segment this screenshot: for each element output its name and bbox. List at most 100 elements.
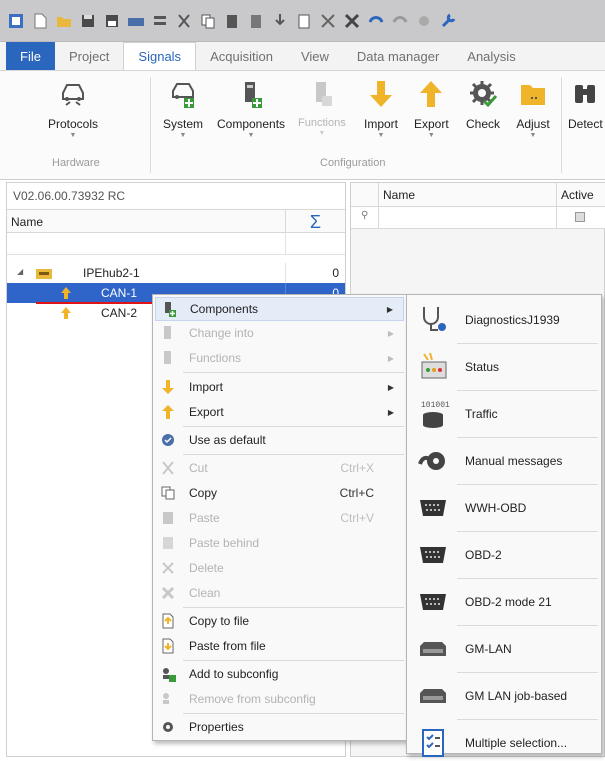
- protocols-button[interactable]: Protocols ▼: [48, 77, 98, 139]
- change-into-icon: [155, 325, 181, 341]
- menu-item-export[interactable]: Export ▶: [155, 400, 404, 424]
- menu-item-remove-from-subconfig[interactable]: Remove from subconfig: [155, 687, 404, 711]
- submenu-item-traffic[interactable]: 101001 Traffic: [409, 391, 599, 437]
- menu-item-properties[interactable]: Properties: [155, 715, 404, 739]
- redo-icon[interactable]: [390, 11, 410, 31]
- menu-item-use-as-default[interactable]: Use as default: [155, 428, 404, 452]
- menu-label: Remove from subconfig: [189, 692, 316, 706]
- menu-item-copy-to-file[interactable]: Copy to file: [155, 609, 404, 633]
- link-icon[interactable]: [414, 11, 434, 31]
- undo-list-icon[interactable]: [150, 11, 170, 31]
- menu-item-paste[interactable]: Paste Ctrl+V: [155, 506, 404, 530]
- new-file-icon[interactable]: [30, 11, 50, 31]
- import-small-icon[interactable]: [270, 11, 290, 31]
- menu-label: Export: [189, 405, 224, 419]
- submenu-item-multiple-selection[interactable]: Multiple selection...: [409, 720, 599, 761]
- system-button[interactable]: System ▼: [163, 77, 203, 139]
- copy-to-file-icon: [155, 613, 181, 629]
- app-icon[interactable]: [6, 11, 26, 31]
- copy-icon[interactable]: [198, 11, 218, 31]
- paste-icon: [155, 510, 181, 526]
- menu-label: Cut: [189, 461, 208, 475]
- column-header-name[interactable]: Name: [11, 215, 43, 229]
- check-label: Check: [466, 117, 501, 131]
- tab-acquisition[interactable]: Acquisition: [196, 42, 287, 70]
- check-button[interactable]: Check: [466, 77, 500, 131]
- column-header-name[interactable]: Name: [379, 183, 557, 207]
- menu-item-paste-from-file[interactable]: Paste from file: [155, 634, 404, 658]
- menu-shortcut: Ctrl+V: [340, 511, 374, 525]
- menu-item-functions[interactable]: Functions ▶: [155, 346, 404, 370]
- components-button[interactable]: Components ▼: [217, 77, 285, 139]
- import-button[interactable]: Import ▼: [364, 77, 398, 139]
- column-header-active[interactable]: Active: [557, 183, 605, 207]
- paste-behind-icon[interactable]: [246, 11, 266, 31]
- tree-row-ipehub[interactable]: ◢ IPEhub2-1 0: [7, 263, 345, 283]
- menu-item-import[interactable]: Import ▶: [155, 375, 404, 399]
- submenu-label: GM LAN job-based: [465, 689, 568, 703]
- tree-filter-row[interactable]: [7, 233, 345, 255]
- clean-icon[interactable]: [342, 11, 362, 31]
- adjust-button[interactable]: Adjust ▼: [516, 77, 550, 139]
- submenu-item-wwh-obd[interactable]: WWH-OBD: [409, 485, 599, 531]
- adjust-folder-icon: [516, 77, 550, 111]
- filter-cell[interactable]: [285, 233, 345, 255]
- export-arrow-icon: [414, 77, 448, 111]
- adjust-label: Adjust: [516, 117, 550, 131]
- submenu-item-status[interactable]: Status: [409, 344, 599, 390]
- save-as-icon[interactable]: [102, 11, 122, 31]
- tab-data-manager[interactable]: Data manager: [343, 42, 453, 70]
- export-button[interactable]: Export ▼: [414, 77, 449, 139]
- submenu-label: DiagnosticsJ1939: [465, 313, 560, 327]
- menu-item-cut[interactable]: Cut Ctrl+X: [155, 456, 404, 480]
- menu-item-delete[interactable]: Delete: [155, 556, 404, 580]
- menu-item-add-to-subconfig[interactable]: Add to subconfig: [155, 662, 404, 686]
- tree-row-label: CAN-2: [101, 306, 138, 320]
- filter-active-checkbox[interactable]: [557, 207, 605, 229]
- sigma-icon[interactable]: Σ: [285, 210, 345, 234]
- menu-item-change-into[interactable]: Change into ▶: [155, 321, 404, 345]
- submenu-item-gm-lan-job-based[interactable]: GM LAN job-based: [409, 673, 599, 719]
- menu-label: Use as default: [189, 433, 266, 447]
- tab-analysis[interactable]: Analysis: [453, 42, 529, 70]
- delete-icon[interactable]: [318, 11, 338, 31]
- auto-icon[interactable]: [126, 11, 146, 31]
- open-folder-icon[interactable]: [54, 11, 74, 31]
- paste-behind-icon: [155, 535, 181, 551]
- tab-view[interactable]: View: [287, 42, 343, 70]
- submenu-item-diagnostics-j1939[interactable]: DiagnosticsJ1939: [409, 297, 599, 343]
- chevron-right-icon: ▶: [387, 407, 394, 417]
- cut-icon[interactable]: [174, 11, 194, 31]
- menu-item-copy[interactable]: Copy Ctrl+C: [155, 481, 404, 505]
- submenu-item-obd-2-mode-21[interactable]: OBD-2 mode 21: [409, 579, 599, 625]
- add-to-subconfig-icon: [155, 666, 181, 682]
- import-arrow-icon: [364, 77, 398, 111]
- menu-item-clean[interactable]: Clean: [155, 581, 404, 605]
- functions-button[interactable]: Functions ▼: [298, 77, 346, 137]
- wrench-icon[interactable]: [438, 11, 458, 31]
- tree-header: Name Σ: [7, 209, 345, 234]
- menu-label: Functions: [189, 351, 242, 365]
- chevron-down-icon: ▼: [318, 130, 326, 137]
- export-small-icon[interactable]: [294, 11, 314, 31]
- menu-label: Change into: [189, 326, 254, 340]
- components-submenu: DiagnosticsJ1939 Status 101001 Traffic M…: [406, 294, 602, 757]
- binoculars-icon: [568, 77, 602, 111]
- submenu-item-obd-2[interactable]: OBD-2: [409, 532, 599, 578]
- grid-corner: [351, 183, 379, 207]
- undo-icon[interactable]: [366, 11, 386, 31]
- filter-name-cell[interactable]: [379, 207, 557, 229]
- paste-icon[interactable]: [222, 11, 242, 31]
- menu-item-components[interactable]: Components ▶: [155, 297, 404, 321]
- tab-file[interactable]: File: [6, 42, 55, 70]
- save-icon[interactable]: [78, 11, 98, 31]
- menu-item-paste-behind[interactable]: Paste behind: [155, 531, 404, 555]
- submenu-item-gm-lan[interactable]: GM-LAN: [409, 626, 599, 672]
- tab-signals[interactable]: Signals: [123, 42, 197, 70]
- protocols-label: Protocols: [48, 117, 99, 131]
- detect-button[interactable]: Detect: [568, 77, 603, 131]
- expand-icon[interactable]: ◢: [17, 267, 23, 276]
- filter-pin-icon[interactable]: ⚲: [351, 207, 379, 229]
- submenu-item-manual-messages[interactable]: Manual messages: [409, 438, 599, 484]
- tab-project[interactable]: Project: [55, 42, 123, 70]
